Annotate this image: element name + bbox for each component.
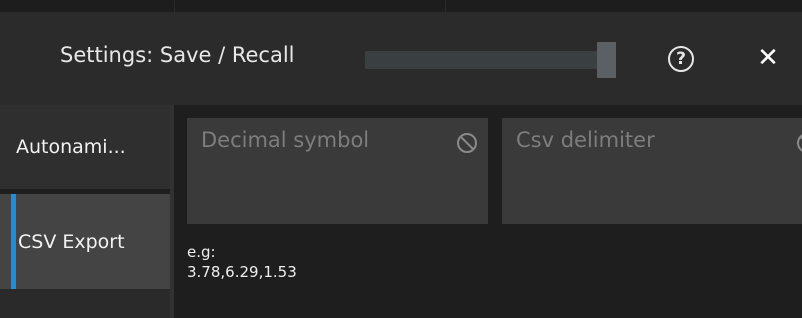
tab-label: Autonami... [16,136,126,158]
tab-list: Autonami... CSV Export [0,105,170,318]
divider [445,0,446,12]
decimal-symbol-label: Decimal symbol [201,128,370,152]
drag-handle[interactable] [365,51,597,69]
settings-dialog: Settings: Save / Recall ? ✕ Autonami... … [0,12,802,318]
drag-handle-knob[interactable] [597,42,616,78]
example-text: e.g: 3.78,6.29,1.53 [187,242,297,282]
close-icon[interactable]: ✕ [754,43,782,73]
disabled-icon [797,134,802,152]
disabled-icon [457,133,477,153]
tab-autonaming[interactable]: Autonami... [0,105,170,189]
example-prefix: e.g: [187,243,216,261]
decimal-symbol-field[interactable]: Decimal symbol [187,118,488,224]
active-tab-indicator [11,194,16,289]
tab-csv-export[interactable]: CSV Export [0,194,170,289]
dialog-title: Settings: Save / Recall [60,43,295,67]
dialog-header: Settings: Save / Recall ? ✕ [0,12,802,105]
help-glyph: ? [676,49,686,69]
tab-label: CSV Export [18,230,125,253]
example-value: 3.78,6.29,1.53 [187,263,297,281]
help-icon[interactable]: ? [668,46,694,72]
top-strip [0,0,802,12]
csv-delimiter-field[interactable]: Csv delimiter [502,118,802,224]
tab-list-filler [0,289,170,318]
close-glyph: ✕ [757,43,779,73]
divider [174,0,175,12]
csv-delimiter-label: Csv delimiter [516,128,655,152]
tab-content: Decimal symbol Csv delimiter e.g: 3.78,6… [174,105,802,318]
